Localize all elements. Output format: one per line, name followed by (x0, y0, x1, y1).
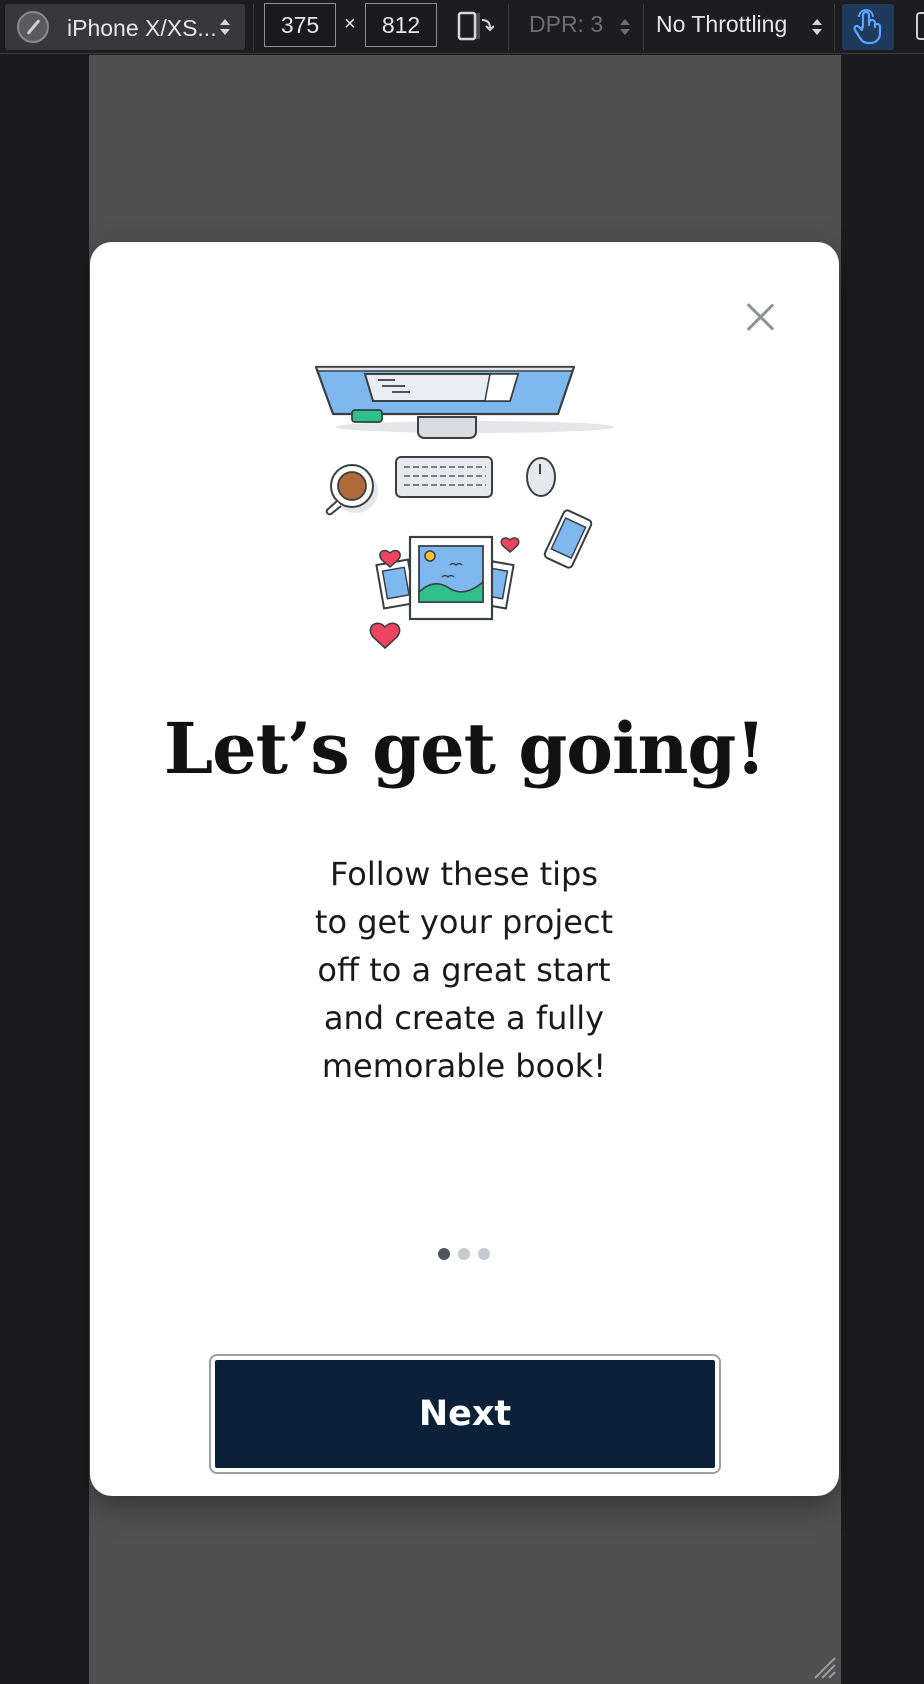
device-select[interactable]: iPhone X/XS... (5, 4, 245, 50)
updown-arrow-icon (812, 17, 822, 37)
height-input[interactable]: 812 (365, 3, 437, 47)
toolbar-divider (508, 4, 509, 50)
width-input[interactable]: 375 (264, 3, 336, 47)
close-button[interactable] (742, 298, 778, 334)
onboarding-modal: Let’s get going! Follow these tips to ge… (90, 242, 839, 1496)
more-options-icon[interactable] (916, 12, 924, 40)
dpr-select[interactable]: DPR: 3 (529, 11, 603, 38)
updown-arrow-icon (620, 17, 630, 37)
pagination-dots (438, 1248, 498, 1262)
rotate-device-icon[interactable] (456, 10, 494, 42)
modal-title: Let’s get going! (163, 707, 766, 790)
devtools-device-toolbar: iPhone X/XS... 375 × 812 DPR: 3 No Throt… (0, 0, 924, 54)
device-name-label: iPhone X/XS... (67, 15, 217, 41)
pagination-dot-active[interactable] (438, 1248, 450, 1260)
modal-description: Follow these tips to get your project of… (314, 855, 614, 1085)
toolbar-divider (643, 4, 644, 50)
toolbar-divider (253, 4, 254, 50)
heart-icon (500, 537, 520, 553)
compass-icon (17, 11, 49, 43)
touch-hand-icon (853, 9, 882, 45)
phone-icon (543, 509, 593, 569)
dimension-separator: × (344, 13, 356, 35)
resize-handle-icon[interactable] (811, 1654, 837, 1680)
updown-arrow-icon (220, 17, 230, 37)
pagination-dot[interactable] (458, 1248, 470, 1260)
next-button[interactable]: Next (209, 1354, 721, 1474)
mouse-icon (526, 457, 556, 497)
throttling-select[interactable]: No Throttling (656, 11, 787, 38)
toolbar-divider (834, 4, 835, 50)
desk-illustration (314, 365, 615, 650)
touch-toggle-button[interactable] (842, 4, 894, 50)
heart-icon (369, 622, 401, 650)
device-viewport: Let’s get going! Follow these tips to ge… (89, 55, 841, 1684)
pagination-dot[interactable] (478, 1248, 490, 1260)
